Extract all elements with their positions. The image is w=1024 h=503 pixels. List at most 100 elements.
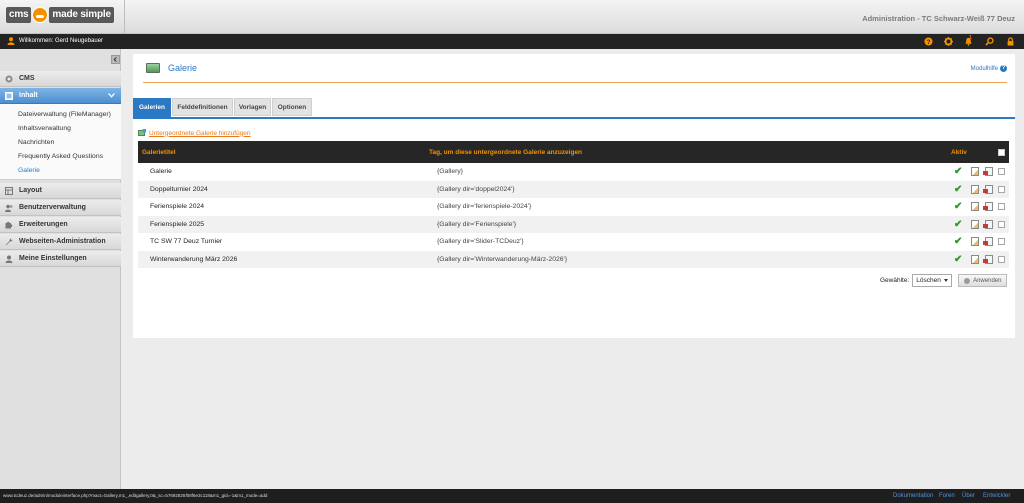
- cms-icon: [5, 75, 13, 83]
- tab-optionen[interactable]: Optionen: [272, 98, 312, 116]
- table-row: Ferienspiele 2024 {Gallery dir='ferienspi…: [138, 198, 1009, 216]
- table-row: TC SW 77 Deuz Turnier {Gallery dir='Slide…: [138, 233, 1009, 251]
- active-checkmark-icon[interactable]: ✔: [954, 219, 962, 230]
- subnav-item-gallery[interactable]: Galerie: [18, 167, 40, 174]
- copy-icon[interactable]: [983, 202, 993, 211]
- lock-icon[interactable]: [1005, 36, 1016, 47]
- subnav-item-filemanager[interactable]: Dateiverwaltung (FileManager): [18, 111, 111, 118]
- status-url: www.tcdeuz.de/admin/moduleinterface.php?…: [3, 493, 268, 498]
- gallery-tag: {Gallery dir='Winterwanderung-März-2026'…: [437, 255, 568, 263]
- bulk-action-select[interactable]: Löschen: [912, 274, 953, 287]
- tab-galerien[interactable]: Galerien: [133, 98, 171, 117]
- help-icon[interactable]: ?: [923, 36, 934, 47]
- active-checkmark-icon[interactable]: ✔: [954, 254, 962, 265]
- copy-icon[interactable]: [983, 184, 993, 194]
- bulk-label: Gewählte:: [880, 277, 910, 284]
- gallery-module-icon: [146, 63, 160, 73]
- status-bar: www.tcdeuz.de/admin/moduleinterface.php?…: [0, 489, 1024, 503]
- table-body: Galerie {Gallery} ✔ Doppelturnier 2024 {Gall…: [138, 163, 1009, 268]
- logo-hat-icon: [32, 7, 49, 23]
- tab-underline: [133, 117, 1015, 119]
- logo-text-left: cms: [6, 7, 32, 23]
- site-title: Administration - TC Schwarz-Weiß 77 Deuz: [862, 14, 1015, 23]
- copy-icon[interactable]: [983, 254, 993, 264]
- active-checkmark-icon[interactable]: ✔: [954, 236, 962, 247]
- footer-link-developers[interactable]: Entwickler: [983, 493, 1010, 499]
- sidebar-item-layout[interactable]: Layout: [0, 183, 121, 199]
- gallery-tag: {Gallery dir='doppel2024'}: [437, 185, 515, 193]
- footer-link-forums[interactable]: Foren: [939, 493, 955, 499]
- gallery-title[interactable]: Ferienspiele 2024: [150, 203, 204, 210]
- table-row: Winterwanderung März 2026 {Gallery dir='W…: [138, 250, 1009, 268]
- row-checkbox[interactable]: [998, 220, 1005, 228]
- sidebar-item-cms[interactable]: CMS: [0, 71, 121, 87]
- copy-icon[interactable]: [983, 219, 993, 229]
- content-icon: [5, 92, 13, 100]
- help-icon: ?: [1000, 65, 1007, 72]
- active-checkmark-icon[interactable]: ✔: [954, 201, 962, 212]
- table-row: Galerie {Gallery} ✔: [138, 163, 1009, 181]
- sidebar-item-label: Benutzerverwaltung: [19, 204, 86, 211]
- edit-icon[interactable]: [971, 219, 979, 229]
- svg-text:?: ?: [927, 39, 931, 46]
- gallery-title[interactable]: Winterwanderung März 2026: [150, 256, 237, 263]
- top-header: cms made simple Administration - TC Schw…: [0, 0, 1024, 34]
- sidebar-item-inhalt[interactable]: Inhalt: [0, 88, 121, 104]
- gallery-title[interactable]: Doppelturnier 2024: [150, 186, 208, 193]
- gallery-title[interactable]: Galerie: [150, 168, 172, 175]
- welcome-text: Willkommen: Gerd Neugebauer: [19, 38, 104, 44]
- sidebar-item-user-management[interactable]: Benutzerverwaltung: [0, 200, 121, 216]
- apply-button[interactable]: Anwenden: [958, 274, 1008, 287]
- sidebar-item-label: Webseiten-Administration: [19, 238, 106, 245]
- gallery-title[interactable]: Ferienspiele 2025: [150, 221, 204, 228]
- row-checkbox[interactable]: [998, 185, 1005, 193]
- cms-made-simple-logo[interactable]: cms made simple: [6, 6, 114, 24]
- select-all-checkbox[interactable]: [998, 149, 1005, 156]
- copy-icon[interactable]: [983, 167, 993, 176]
- add-gallery-icon: [138, 129, 146, 136]
- search-icon[interactable]: [984, 36, 995, 47]
- edit-icon[interactable]: [971, 167, 979, 176]
- sidebar-item-my-settings[interactable]: Meine Einstellungen: [0, 251, 121, 267]
- edit-icon[interactable]: [971, 254, 979, 264]
- gallery-title[interactable]: TC SW 77 Deuz Turnier: [150, 238, 222, 245]
- row-checkbox[interactable]: [998, 168, 1005, 175]
- wrench-icon: [5, 238, 13, 246]
- subnav-item-faq[interactable]: Frequently Asked Questions: [18, 153, 103, 160]
- user-icon: [7, 37, 15, 45]
- footer-link-about[interactable]: Über: [962, 493, 975, 499]
- sidebar-item-site-admin[interactable]: Webseiten-Administration: [0, 234, 121, 250]
- table-row: Doppelturnier 2024 {Gallery dir='doppel20…: [138, 180, 1009, 198]
- edit-icon[interactable]: [971, 237, 979, 246]
- sidebar-item-label: Layout: [19, 187, 42, 194]
- gallery-tag: {Gallery dir='ferienspiele-2024'}: [437, 203, 532, 210]
- edit-icon[interactable]: [971, 202, 979, 211]
- puzzle-icon: [5, 221, 13, 229]
- users-icon: [5, 204, 13, 212]
- active-checkmark-icon[interactable]: ✔: [954, 184, 962, 195]
- user-bar: Willkommen: Gerd Neugebauer ? 1: [0, 34, 1024, 49]
- sidebar-item-label: Meine Einstellungen: [19, 255, 87, 262]
- row-checkbox[interactable]: [998, 255, 1005, 263]
- copy-icon[interactable]: [983, 237, 993, 246]
- edit-icon[interactable]: [971, 184, 979, 194]
- row-checkbox[interactable]: [998, 238, 1005, 245]
- sidebar-item-label: Inhalt: [19, 92, 38, 99]
- row-checkbox[interactable]: [998, 203, 1005, 210]
- module-help-label: Modulhilfe: [970, 65, 998, 72]
- sidebar-collapse-button[interactable]: [111, 55, 120, 64]
- notification-bell-icon[interactable]: 1: [963, 35, 974, 47]
- sidebar-item-extensions[interactable]: Erweiterungen: [0, 217, 121, 233]
- subnav-item-content-manager[interactable]: Inhaltsverwaltung: [18, 125, 71, 132]
- tab-vorlagen[interactable]: Vorlagen: [234, 98, 271, 116]
- gallery-tag: {Gallery}: [437, 168, 464, 175]
- module-help-link[interactable]: Modulhilfe ?: [971, 65, 1007, 72]
- subnav-item-news[interactable]: Nachrichten: [18, 139, 54, 146]
- column-header-tag: Tag, um diese untergeordnete Galerie anz…: [429, 149, 583, 156]
- add-subgallery-link[interactable]: Untergeordnete Galerie hinzufügen: [138, 129, 251, 137]
- bulk-action-value: Löschen: [916, 277, 941, 284]
- active-checkmark-icon[interactable]: ✔: [954, 166, 962, 177]
- tab-felddefinitionen[interactable]: Felddefinitionen: [172, 98, 233, 116]
- footer-link-documentation[interactable]: Dokumentation: [893, 493, 933, 499]
- settings-gear-icon[interactable]: [943, 36, 954, 47]
